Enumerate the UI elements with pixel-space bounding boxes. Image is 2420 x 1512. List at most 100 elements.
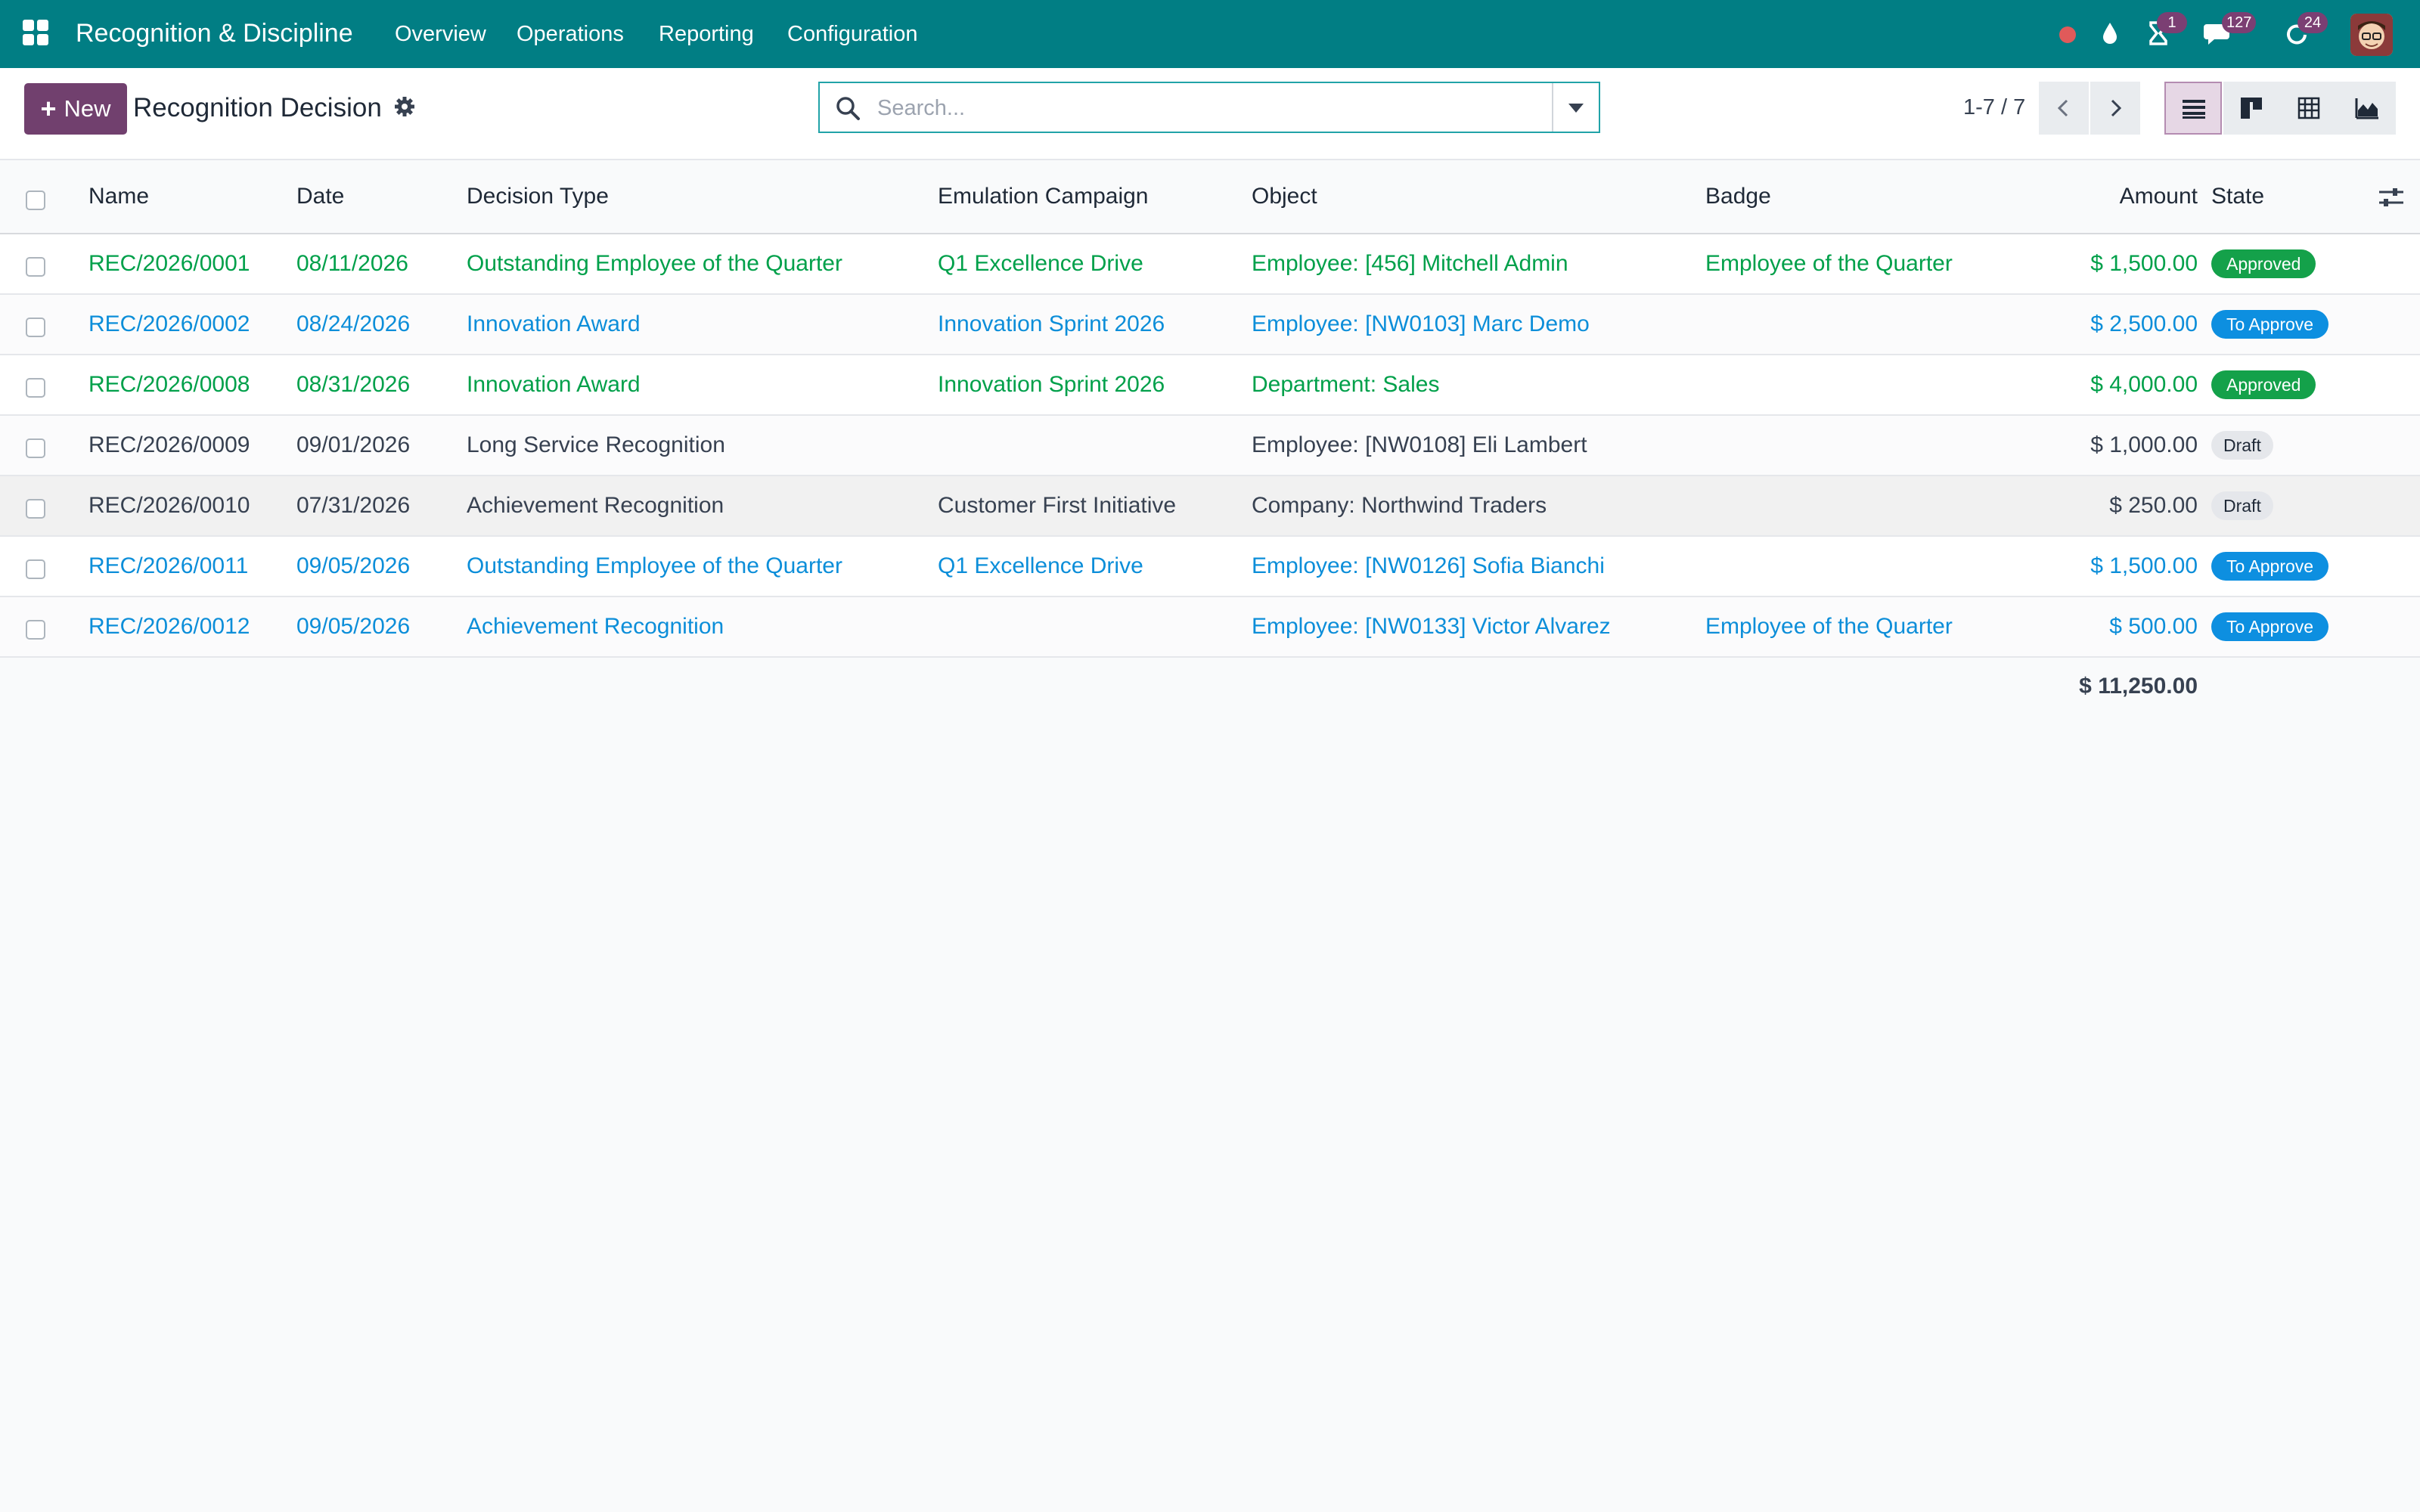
row-checkbox[interactable] bbox=[26, 438, 45, 458]
pager-next-button[interactable] bbox=[2090, 82, 2140, 135]
area-chart-icon bbox=[2355, 98, 2378, 119]
chevron-left-icon bbox=[2057, 99, 2068, 117]
table-header-row: Name Date Decision Type Emulation Campai… bbox=[0, 160, 2420, 234]
cell-object: Employee: [NW0126] Sofia Bianchi bbox=[1252, 553, 1605, 578]
cell-campaign: Customer First Initiative bbox=[938, 493, 1177, 518]
cell-campaign: Innovation Sprint 2026 bbox=[938, 372, 1165, 397]
new-button-label: New bbox=[64, 95, 111, 122]
column-header-date[interactable]: Date bbox=[296, 160, 344, 233]
row-checkbox[interactable] bbox=[26, 378, 45, 398]
cell-decision-type: Innovation Award bbox=[467, 311, 641, 336]
row-checkbox[interactable] bbox=[26, 257, 45, 277]
table-row[interactable]: REC/2026/0001 08/11/2026 Outstanding Emp… bbox=[0, 234, 2420, 295]
cell-decision-type: Outstanding Employee of the Quarter bbox=[467, 251, 842, 276]
cell-object: Employee: [456] Mitchell Admin bbox=[1252, 251, 1568, 276]
cell-amount: $ 500.00 bbox=[2109, 614, 2198, 639]
menu-configuration[interactable]: Configuration bbox=[787, 20, 918, 48]
row-checkbox[interactable] bbox=[26, 559, 45, 579]
cell-name: REC/2026/0001 bbox=[88, 251, 250, 276]
search-bar bbox=[818, 82, 1600, 133]
table-row[interactable]: REC/2026/0011 09/05/2026 Outstanding Emp… bbox=[0, 537, 2420, 597]
app-title[interactable]: Recognition & Discipline bbox=[76, 17, 353, 50]
menu-operations[interactable]: Operations bbox=[517, 20, 624, 48]
cell-object: Employee: [NW0108] Eli Lambert bbox=[1252, 432, 1587, 457]
cell-object: Employee: [NW0103] Marc Demo bbox=[1252, 311, 1590, 336]
cell-amount: $ 1,500.00 bbox=[2090, 553, 2198, 578]
table-row[interactable]: REC/2026/0008 08/31/2026 Innovation Awar… bbox=[0, 355, 2420, 416]
control-panel: + New Recognition Decision 1-7 / 7 bbox=[0, 68, 2420, 160]
status-badge: Approved bbox=[2211, 249, 2316, 278]
cell-decision-type: Long Service Recognition bbox=[467, 432, 725, 457]
pager-value[interactable]: 1-7 / 7 bbox=[1963, 92, 2025, 122]
pivot-table-icon bbox=[2297, 97, 2320, 119]
new-button[interactable]: + New bbox=[24, 83, 127, 135]
user-avatar[interactable] bbox=[2350, 14, 2393, 56]
column-header-state[interactable]: State bbox=[2211, 160, 2264, 233]
column-header-name[interactable]: Name bbox=[88, 160, 149, 233]
cell-object: Company: Northwind Traders bbox=[1252, 493, 1547, 518]
drop-icon[interactable] bbox=[2095, 18, 2125, 48]
table-row[interactable]: REC/2026/0012 09/05/2026 Achievement Rec… bbox=[0, 597, 2420, 658]
cell-campaign: Innovation Sprint 2026 bbox=[938, 311, 1165, 336]
top-navbar: Recognition & Discipline Overview Operat… bbox=[0, 0, 2420, 68]
menu-reporting[interactable]: Reporting bbox=[659, 20, 754, 48]
pivot-view-button[interactable] bbox=[2281, 82, 2338, 135]
pager-previous-button[interactable] bbox=[2039, 82, 2089, 135]
search-input[interactable] bbox=[876, 89, 1529, 127]
kanban-view-button[interactable] bbox=[2223, 82, 2281, 135]
record-status-icon[interactable] bbox=[2052, 18, 2083, 48]
cell-state: Draft bbox=[2211, 416, 2273, 475]
cell-state: Draft bbox=[2211, 476, 2273, 535]
graph-view-button[interactable] bbox=[2338, 82, 2396, 135]
cell-state: To Approve bbox=[2211, 597, 2329, 656]
row-checkbox[interactable] bbox=[26, 499, 45, 519]
app-menu-icon[interactable] bbox=[23, 20, 48, 45]
cell-amount: $ 2,500.00 bbox=[2090, 311, 2198, 336]
activity-count-badge: 1 bbox=[2157, 12, 2187, 33]
kanban-view-icon bbox=[2241, 98, 2262, 119]
cell-campaign: Q1 Excellence Drive bbox=[938, 553, 1143, 578]
page-title: Recognition Decision bbox=[133, 93, 382, 122]
cell-date: 07/31/2026 bbox=[296, 493, 411, 518]
table-row[interactable]: REC/2026/0002 08/24/2026 Innovation Awar… bbox=[0, 295, 2420, 355]
messages-count-badge: 127 bbox=[2222, 12, 2257, 33]
cell-date: 09/05/2026 bbox=[296, 614, 411, 639]
row-checkbox[interactable] bbox=[26, 318, 45, 337]
cell-decision-type: Innovation Award bbox=[467, 372, 641, 397]
status-badge: To Approve bbox=[2211, 612, 2329, 641]
select-all-checkbox[interactable] bbox=[26, 191, 45, 210]
cell-date: 08/11/2026 bbox=[296, 251, 408, 276]
optional-columns-icon[interactable] bbox=[2378, 186, 2405, 209]
cell-date: 09/01/2026 bbox=[296, 432, 411, 457]
cell-name: REC/2026/0012 bbox=[88, 614, 250, 639]
column-header-amount[interactable]: Amount bbox=[2120, 160, 2198, 233]
cell-amount: $ 250.00 bbox=[2109, 493, 2198, 518]
cell-decision-type: Achievement Recognition bbox=[467, 614, 724, 639]
cell-amount: $ 1,000.00 bbox=[2090, 432, 2198, 457]
cell-date: 08/24/2026 bbox=[296, 311, 411, 336]
cell-name: REC/2026/0002 bbox=[88, 311, 250, 336]
column-header-campaign[interactable]: Emulation Campaign bbox=[938, 160, 1148, 233]
totals-row: $ 11,250.00 bbox=[0, 658, 2420, 715]
cell-badge: Employee of the Quarter bbox=[1705, 251, 1953, 276]
total-amount: $ 11,250.00 bbox=[2079, 674, 2198, 699]
column-header-object[interactable]: Object bbox=[1252, 160, 1317, 233]
status-badge: Draft bbox=[2211, 431, 2273, 460]
gear-icon[interactable] bbox=[393, 95, 416, 118]
search-options-toggle[interactable] bbox=[1552, 83, 1599, 132]
status-badge: To Approve bbox=[2211, 310, 2329, 339]
column-header-decision-type[interactable]: Decision Type bbox=[467, 160, 609, 233]
cell-name: REC/2026/0009 bbox=[88, 432, 250, 457]
list-view-button[interactable] bbox=[2164, 82, 2222, 135]
menu-overview[interactable]: Overview bbox=[395, 20, 486, 48]
table-row[interactable]: REC/2026/0009 09/01/2026 Long Service Re… bbox=[0, 416, 2420, 476]
cell-date: 09/05/2026 bbox=[296, 553, 411, 578]
column-header-badge[interactable]: Badge bbox=[1705, 160, 1771, 233]
table-row[interactable]: REC/2026/0010 07/31/2026 Achievement Rec… bbox=[0, 476, 2420, 537]
cell-state: Approved bbox=[2211, 234, 2316, 293]
status-badge: To Approve bbox=[2211, 552, 2329, 581]
cell-state: To Approve bbox=[2211, 537, 2329, 596]
caret-down-icon bbox=[1568, 104, 1584, 113]
search-icon bbox=[835, 95, 861, 121]
row-checkbox[interactable] bbox=[26, 620, 45, 640]
